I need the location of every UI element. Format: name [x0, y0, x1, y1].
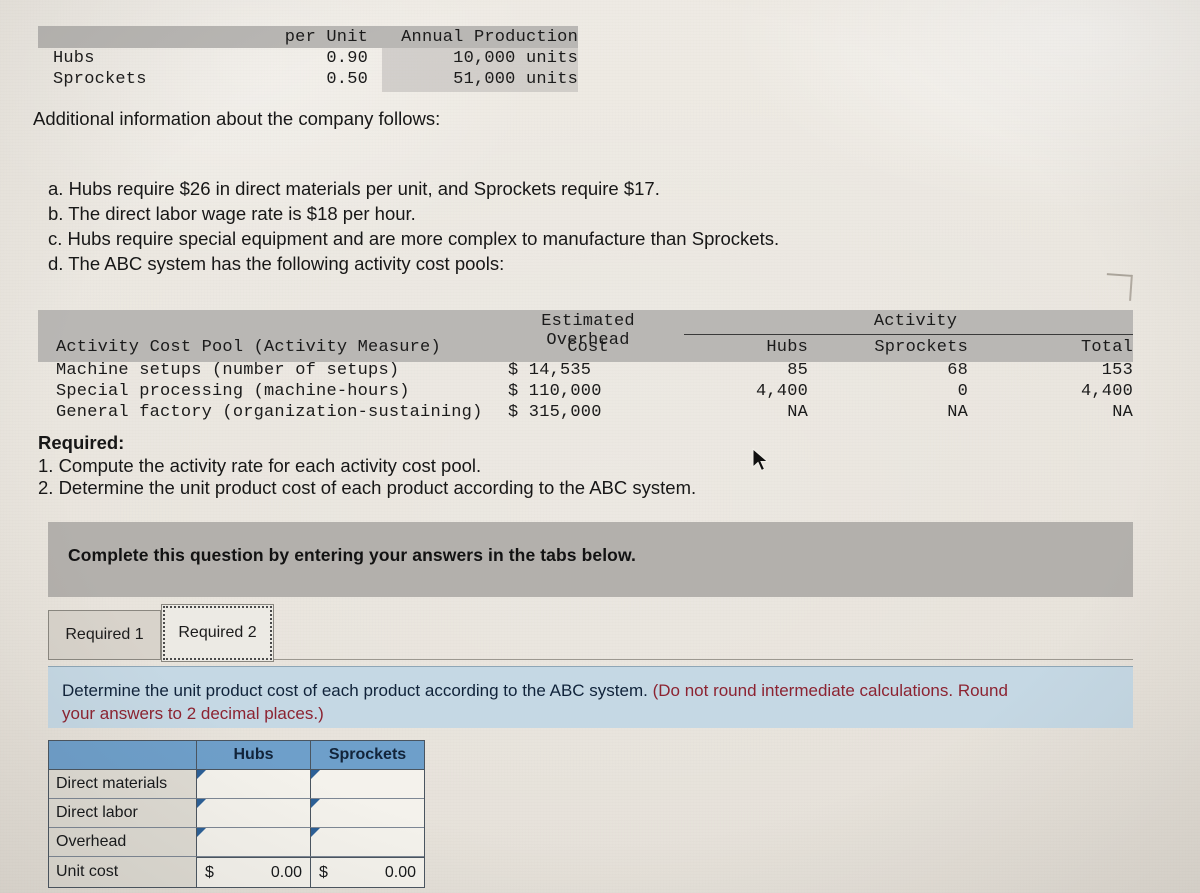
answer-table-header-row: Hubs Sprockets	[49, 741, 424, 770]
required-title: Required:	[38, 432, 125, 453]
table-row: Overhead	[49, 828, 424, 857]
production-table-header-row: per Unit Annual Production	[38, 26, 578, 48]
activity-row-cost: $ 110,000	[508, 382, 602, 401]
direct-labor-hubs-input[interactable]	[197, 799, 311, 828]
list-item: c. Hubs require special equipment and ar…	[48, 228, 780, 249]
production-row-per-unit: 0.90	[326, 49, 368, 68]
activity-row-hubs: 85	[787, 361, 808, 380]
tab-required-1[interactable]: Required 1	[48, 610, 161, 660]
tab-required-2-label: Required 2	[178, 624, 257, 641]
unit-cost-sprockets-amount: 0.00	[384, 863, 416, 881]
cell-marker-icon	[311, 828, 320, 837]
cell-marker-icon	[311, 770, 320, 779]
cell-marker-icon	[311, 799, 320, 808]
instruction-red-text: (Do not round intermediate calculations.…	[647, 681, 1008, 700]
answer-table: Hubs Sprockets Direct materials Direct l…	[48, 740, 425, 888]
unit-cost-hubs-currency: $	[205, 863, 214, 881]
activity-header-cost: Cost	[567, 338, 609, 357]
table-row: Sprockets 0.50 51,000 units	[38, 69, 578, 90]
tab-required-2[interactable]: Required 2	[161, 604, 274, 662]
answer-row-label: Direct materials	[49, 770, 197, 799]
activity-row-pool: General factory (organization-sustaining…	[56, 403, 483, 422]
unit-cost-sprockets-value: $ 0.00	[311, 857, 424, 887]
answer-row-label: Overhead	[49, 828, 197, 857]
tab-strip-baseline	[274, 659, 1133, 660]
unit-cost-row: Unit cost $ 0.00 $ 0.00	[49, 857, 424, 887]
activity-row-pool: Special processing (machine-hours)	[56, 382, 410, 401]
question-instruction-banner: Determine the unit product cost of each …	[48, 666, 1133, 728]
production-table: per Unit Annual Production Hubs 0.90 10,…	[38, 26, 578, 90]
answer-row-label: Direct labor	[49, 799, 197, 828]
tab-required-1-label: Required 1	[65, 626, 144, 643]
page-content: per Unit Annual Production Hubs 0.90 10,…	[0, 0, 1200, 893]
direct-materials-hubs-input[interactable]	[197, 770, 311, 799]
activity-row-hubs: NA	[787, 403, 808, 422]
unit-cost-label: Unit cost	[49, 857, 197, 887]
tab-strip: Required 1 Required 2	[48, 604, 1133, 662]
required-item-1: 1. Compute the activity rate for each ac…	[38, 454, 482, 476]
table-row: Direct materials	[49, 770, 424, 799]
list-item: b. The direct labor wage rate is $18 per…	[48, 203, 416, 224]
instruction-dark-text: Determine the unit product cost of each …	[62, 681, 648, 700]
activity-header-sprockets: Sprockets	[874, 338, 968, 357]
activity-row-total: 4,400	[1080, 382, 1133, 401]
table-row: Direct labor	[49, 799, 424, 828]
activity-row-sprockets: NA	[947, 403, 968, 422]
direct-labor-sprockets-input[interactable]	[311, 799, 424, 828]
production-row-annual: 51,000 units	[453, 70, 578, 89]
activity-row-cost: $ 14,535	[508, 361, 592, 380]
activity-group-rule	[684, 334, 1133, 335]
cell-marker-icon	[197, 828, 206, 837]
answer-header-sprockets: Sprockets	[311, 741, 424, 770]
activity-header-pool: Activity Cost Pool (Activity Measure)	[56, 338, 441, 357]
production-row-annual: 10,000 units	[453, 49, 578, 68]
complete-question-banner: Complete this question by entering your …	[48, 522, 1133, 597]
answer-header-blank	[49, 741, 197, 770]
intro-text: Additional information about the company…	[33, 108, 441, 129]
production-row-name: Sprockets	[53, 70, 147, 89]
activity-row-total: 153	[1101, 361, 1133, 380]
answer-header-hubs: Hubs	[197, 741, 311, 770]
required-section: Required: 1. Compute the activity rate f…	[38, 432, 696, 500]
instruction-line-1: Determine the unit product cost of each …	[62, 679, 1008, 702]
production-row-name: Hubs	[53, 49, 95, 68]
activity-header-hubs: Hubs	[766, 338, 808, 357]
activity-row-cost: $ 315,000	[508, 403, 602, 422]
production-header-annual-production: Annual Production	[401, 27, 578, 47]
production-row-per-unit: 0.50	[326, 70, 368, 89]
activity-header-total: Total	[1080, 338, 1133, 357]
cell-marker-icon	[197, 770, 206, 779]
table-row: Hubs 0.90 10,000 units	[38, 48, 578, 69]
additional-information-list: a. Hubs require $26 in direct materials …	[48, 176, 779, 276]
overhead-hubs-input[interactable]	[197, 828, 311, 857]
activity-row-sprockets: 68	[947, 361, 968, 380]
required-item-2: 2. Determine the unit product cost of ea…	[38, 477, 697, 498]
direct-materials-sprockets-input[interactable]	[311, 770, 424, 799]
activity-row-pool: Machine setups (number of setups)	[56, 361, 400, 380]
unit-cost-sprockets-currency: $	[319, 863, 328, 881]
overhead-sprockets-input[interactable]	[311, 828, 424, 857]
scan-pencil-mark	[1105, 273, 1133, 301]
activity-row-total: NA	[1112, 403, 1133, 422]
complete-question-text: Complete this question by entering your …	[68, 545, 636, 565]
activity-group-header-activity: Activity	[873, 312, 958, 331]
cell-marker-icon	[197, 799, 206, 808]
instruction-line-2: your answers to 2 decimal places.)	[62, 704, 324, 723]
activity-row-sprockets: 0	[957, 382, 968, 401]
activity-row-hubs: 4,400	[755, 382, 808, 401]
unit-cost-hubs-value: $ 0.00	[197, 857, 311, 887]
list-item: d. The ABC system has the following acti…	[48, 253, 505, 274]
production-header-per-unit: per Unit	[284, 27, 368, 47]
unit-cost-hubs-amount: 0.00	[270, 863, 302, 881]
mouse-cursor-icon	[752, 448, 769, 472]
list-item: a. Hubs require $26 in direct materials …	[48, 178, 660, 199]
